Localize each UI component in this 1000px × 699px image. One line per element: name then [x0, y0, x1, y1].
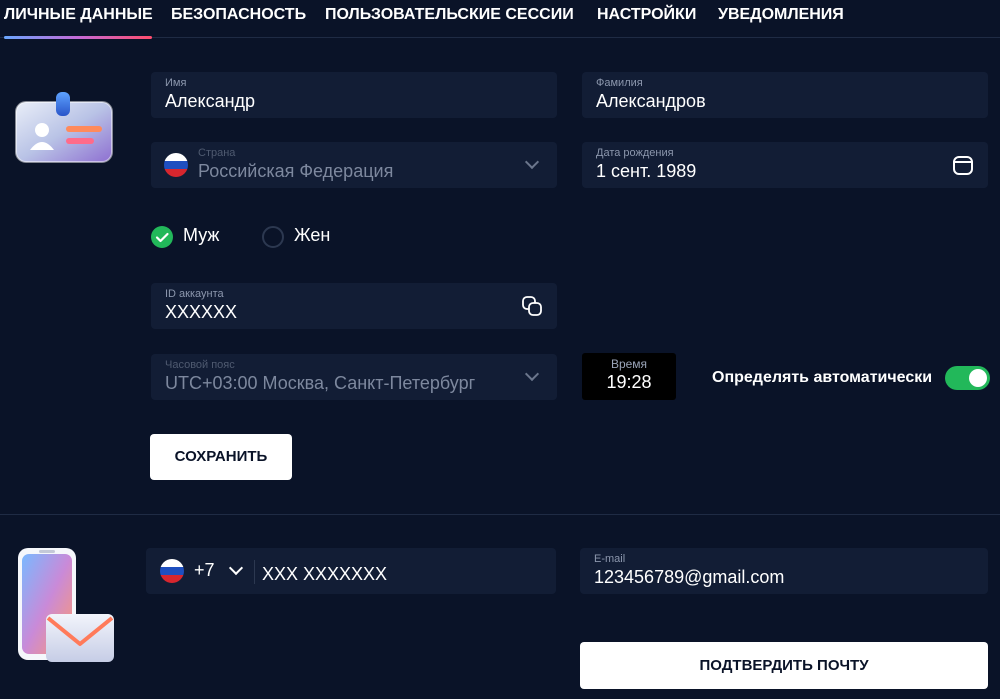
tab-bar: ЛИЧНЫЕ ДАННЫЕ БЕЗОПАСНОСТЬ ПОЛЬЗОВАТЕЛЬС… [0, 0, 1000, 39]
save-button[interactable]: СОХРАНИТЬ [150, 434, 292, 480]
russia-flag-icon [164, 153, 188, 177]
tab-user-sessions[interactable]: ПОЛЬЗОВАТЕЛЬСКИЕ СЕССИИ [325, 6, 574, 36]
first-name-label: Имя [165, 77, 187, 89]
phone-field[interactable]: +7 XXX XXXXXXX [146, 548, 556, 594]
auto-detect-toggle[interactable] [945, 366, 990, 390]
tab-notifications[interactable]: УВЕДОМЛЕНИЯ [718, 6, 844, 36]
gender-male-label[interactable]: Муж [183, 225, 219, 246]
time-label: Время [610, 357, 648, 371]
account-id-value: XXXXXX [165, 302, 238, 322]
tab-security[interactable]: БЕЗОПАСНОСТЬ [171, 6, 306, 36]
confirm-email-button[interactable]: ПОДТВЕРДИТЬ ПОЧТУ [580, 642, 988, 689]
time-value: 19:28 [606, 372, 652, 392]
id-card-icon [15, 92, 113, 163]
email-value: 123456789@gmail.com [594, 567, 785, 587]
gender-female-radio[interactable] [262, 226, 284, 248]
last-name-field[interactable]: Фамилия Александров [582, 72, 988, 118]
auto-detect-label: Определять автоматически [712, 369, 933, 386]
last-name-label: Фамилия [596, 77, 643, 89]
phone-number-value[interactable]: XXX XXXXXXX [262, 564, 387, 585]
timezone-select[interactable]: Часовой пояс UTC+03:00 Москва, Санкт-Пет… [151, 354, 557, 400]
russia-flag-icon [160, 559, 184, 583]
country-select[interactable]: Страна Российская Федерация [151, 142, 557, 188]
chevron-down-icon [524, 154, 540, 170]
checkmark-icon [155, 232, 169, 243]
phone-separator [254, 560, 255, 584]
country-value: Российская Федерация [198, 161, 394, 181]
toggle-knob [969, 369, 987, 387]
birthdate-label: Дата рождения [596, 147, 674, 159]
active-tab-indicator [4, 36, 152, 39]
account-id-label: ID аккаунта [165, 288, 224, 300]
section-divider [0, 514, 1000, 515]
country-label: Страна [198, 147, 236, 159]
tab-settings[interactable]: НАСТРОЙКИ [597, 6, 696, 36]
calendar-icon[interactable] [952, 154, 974, 176]
phone-country-code[interactable]: +7 [194, 560, 215, 581]
last-name-value: Александров [596, 91, 706, 111]
copy-icon[interactable] [521, 295, 543, 317]
first-name-value: Александр [165, 91, 256, 111]
first-name-field[interactable]: Имя Александр [151, 72, 557, 118]
timezone-label: Часовой пояс [165, 359, 235, 371]
chevron-down-icon [524, 366, 540, 382]
gender-female-label[interactable]: Жен [294, 225, 330, 246]
time-display: Время 19:28 [582, 353, 676, 400]
birthdate-value: 1 сент. 1989 [596, 161, 697, 181]
email-field[interactable]: E-mail 123456789@gmail.com [580, 548, 988, 594]
timezone-value: UTC+03:00 Москва, Санкт-Петербург [165, 373, 476, 393]
chevron-down-icon[interactable] [228, 560, 244, 576]
gender-male-radio[interactable] [151, 226, 173, 248]
phone-mail-icon [18, 548, 114, 662]
email-label: E-mail [594, 553, 626, 565]
tab-personal-data[interactable]: ЛИЧНЫЕ ДАННЫЕ [4, 6, 153, 36]
account-id-field[interactable]: ID аккаунта XXXXXX [151, 283, 557, 329]
birthdate-field[interactable]: Дата рождения 1 сент. 1989 [582, 142, 988, 188]
